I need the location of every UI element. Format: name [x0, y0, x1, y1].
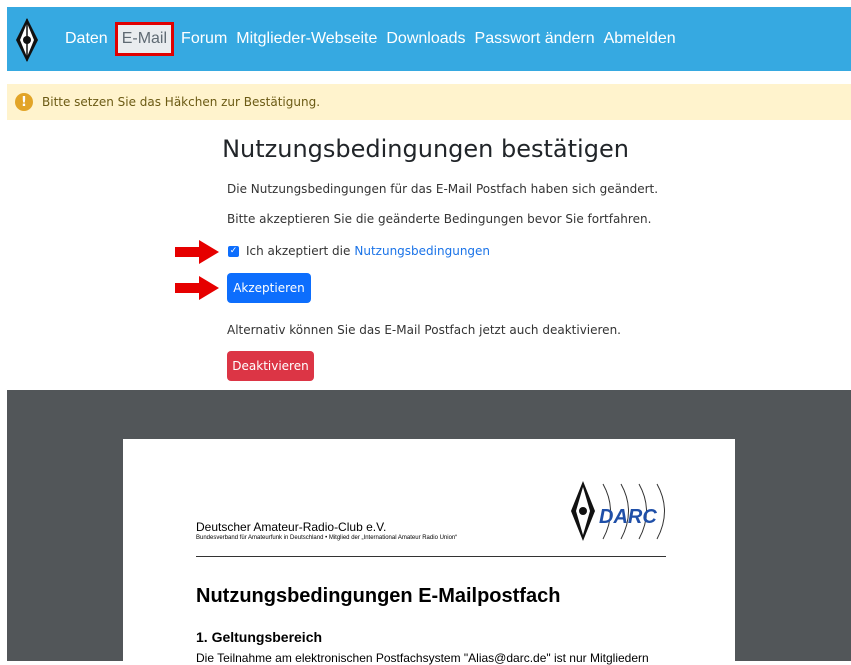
darc-logo-icon: DARC	[571, 481, 665, 541]
document-org-name: Deutscher Amateur-Radio-Club e.V.	[196, 520, 387, 534]
nav-item-mitglieder-webseite[interactable]: Mitglieder-Webseite	[236, 30, 377, 48]
darc-logo-text: DARC	[599, 506, 657, 528]
accept-instruction-text: Bitte akzeptieren Sie die geänderte Bedi…	[227, 212, 652, 226]
nav-menu: Daten E-Mail Forum Mitglieder-Webseite D…	[65, 7, 685, 71]
document-title: Nutzungsbedingungen E-Mailpostfach	[196, 585, 561, 607]
document-divider	[196, 556, 666, 557]
alert-text: Bitte setzen Sie das Häkchen zur Bestäti…	[42, 95, 321, 109]
nav-item-email[interactable]: E-Mail	[114, 22, 175, 56]
warning-icon: !	[15, 93, 33, 111]
accept-button[interactable]: Akzeptieren	[227, 273, 311, 303]
arrow-right-icon	[175, 276, 219, 300]
accept-terms-row: ✓ Ich akzeptiert die Nutzungsbedingungen	[227, 244, 490, 258]
top-navbar: Daten E-Mail Forum Mitglieder-Webseite D…	[7, 7, 851, 71]
accept-terms-checkbox[interactable]: ✓	[228, 245, 239, 257]
pdf-page[interactable]: DARC Deutscher Amateur-Radio-Club e.V. B…	[123, 439, 735, 665]
nav-item-abmelden[interactable]: Abmelden	[604, 30, 676, 48]
nav-item-downloads[interactable]: Downloads	[386, 30, 465, 48]
document-org-subtitle: Bundesverband für Amateurfunk in Deutsch…	[196, 535, 458, 541]
warning-alert: ! Bitte setzen Sie das Häkchen zur Bestä…	[7, 84, 851, 120]
deactivate-alternative-text: Alternativ können Sie das E-Mail Postfac…	[227, 323, 621, 337]
nav-item-forum[interactable]: Forum	[181, 30, 227, 48]
terms-link[interactable]: Nutzungsbedingungen	[354, 244, 490, 258]
checkbox-label: Ich akzeptiert die	[246, 244, 351, 258]
nav-item-passwort-aendern[interactable]: Passwort ändern	[475, 30, 595, 48]
document-section-heading: 1. Geltungsbereich	[196, 629, 323, 645]
deactivate-button[interactable]: Deaktivieren	[227, 351, 314, 381]
terms-changed-text: Die Nutzungsbedingungen für das E-Mail P…	[227, 182, 659, 196]
darc-diamond-logo-icon[interactable]	[14, 17, 40, 63]
document-section-text: Die Teilnahme am elektronischen Postfach…	[196, 651, 649, 665]
nav-item-daten[interactable]: Daten	[65, 30, 108, 48]
page-title: Nutzungsbedingungen bestätigen	[222, 135, 629, 163]
arrow-right-icon	[175, 240, 219, 264]
